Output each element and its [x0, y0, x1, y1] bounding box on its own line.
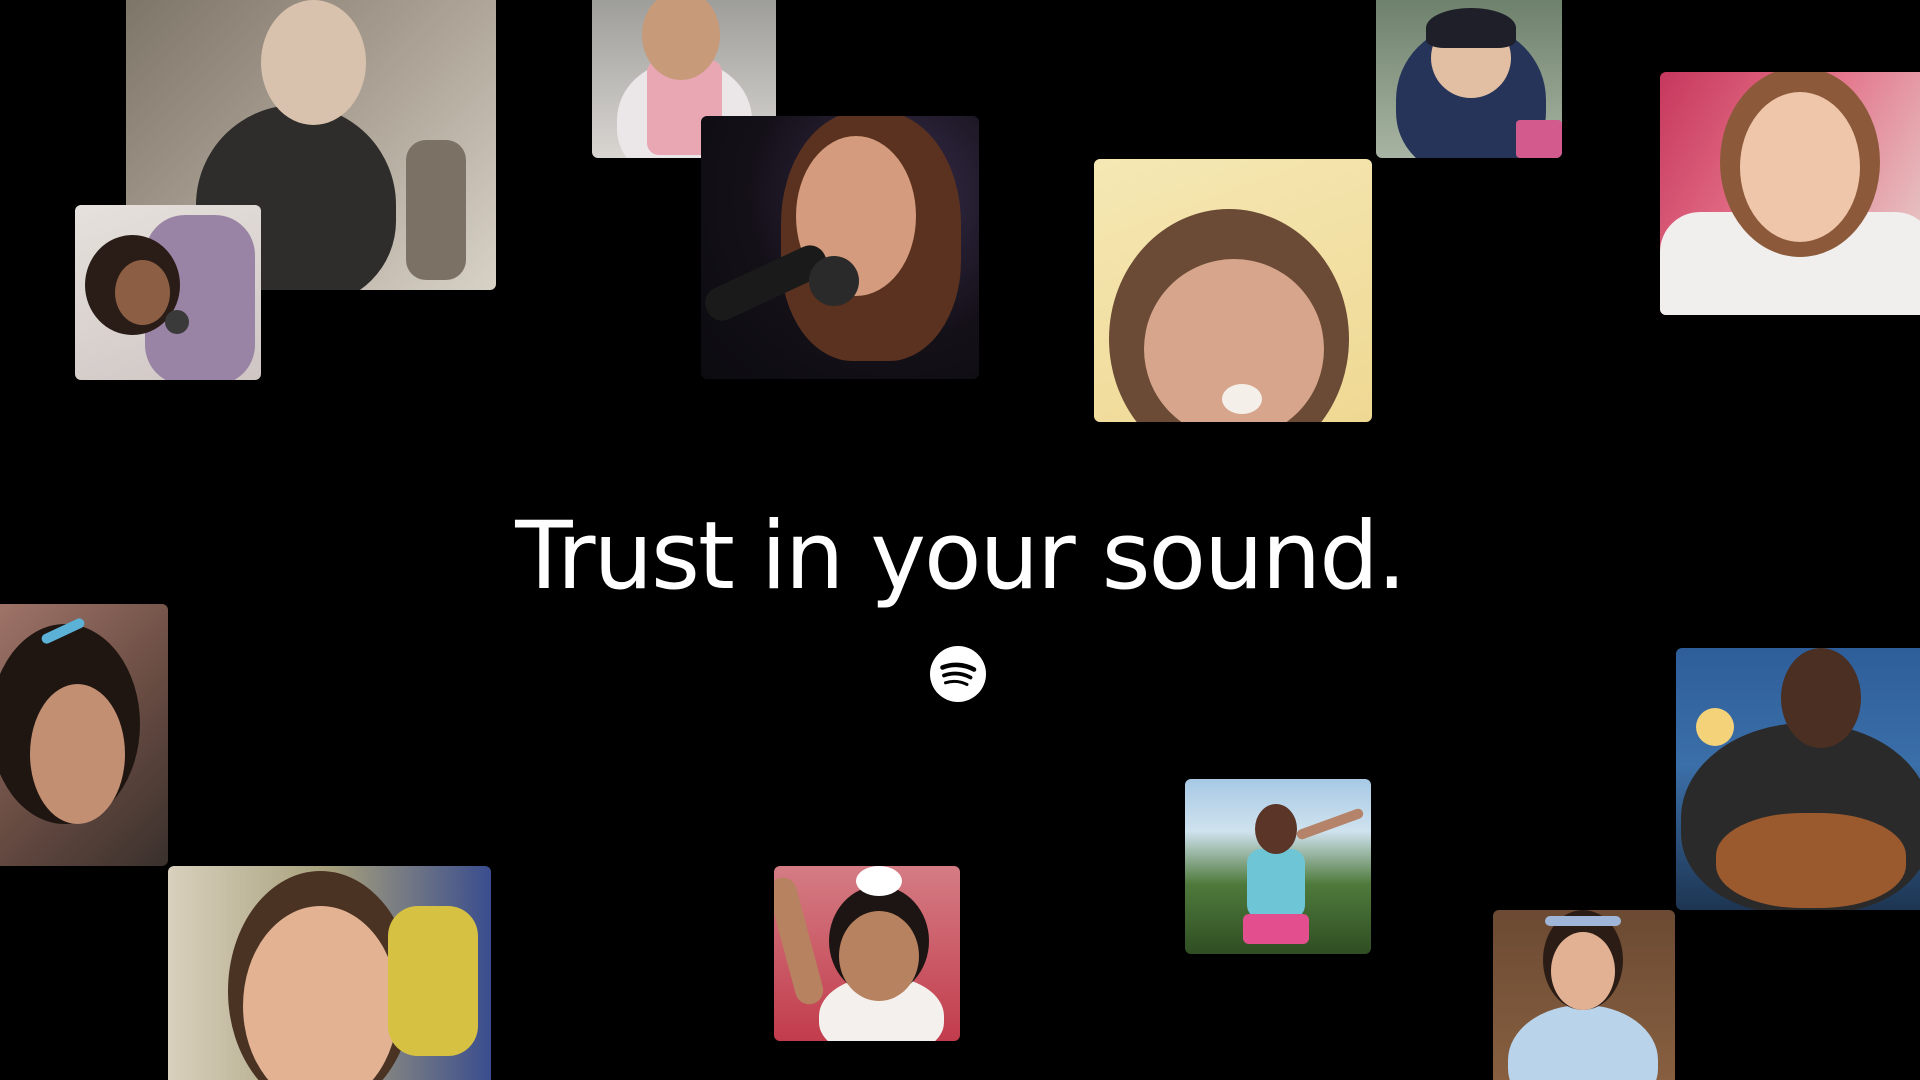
headline: Trust in your sound.: [515, 502, 1407, 611]
photo-child-yellow-wall: [1094, 159, 1372, 422]
photo-girl-singing-outdoors: [1185, 779, 1371, 954]
spotify-logo-icon: [930, 646, 986, 702]
photo-woman-singing-stage: [701, 116, 979, 379]
photo-girl-princess-dress: [1493, 910, 1675, 1080]
photo-toddler-blue-jacket: [1376, 0, 1562, 158]
hero-stage: Trust in your sound.: [0, 0, 1920, 1080]
photo-girl-white-bow: [774, 866, 960, 1041]
photo-girl-with-microphone: [75, 205, 261, 380]
photo-girl-headphones: [0, 604, 168, 866]
photo-boy-smiling-closeup: [168, 866, 491, 1080]
photo-young-man-guitar: [1676, 648, 1920, 910]
photo-girl-smiling-white-shirt: [1660, 72, 1920, 315]
